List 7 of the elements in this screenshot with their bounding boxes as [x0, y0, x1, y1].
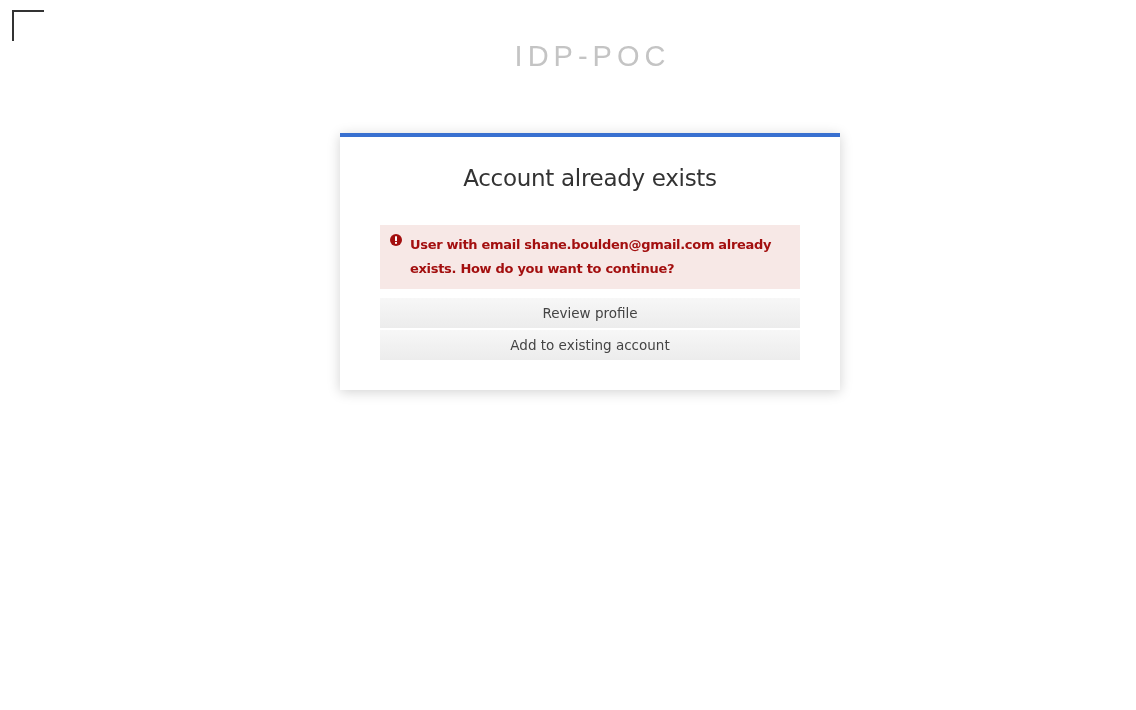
option-button[interactable]: Add to existing account	[380, 330, 800, 360]
corner-bracket-icon	[12, 10, 44, 41]
dialog-title: Account already exists	[462, 165, 718, 191]
exclamation-icon	[390, 234, 402, 246]
app-title: IDP-POC	[513, 39, 671, 73]
error-message: User with email shane.boulden@gmail.com already exists. How do you want to continue?	[410, 236, 773, 278]
option-button[interactable]: Review profile	[380, 298, 800, 328]
